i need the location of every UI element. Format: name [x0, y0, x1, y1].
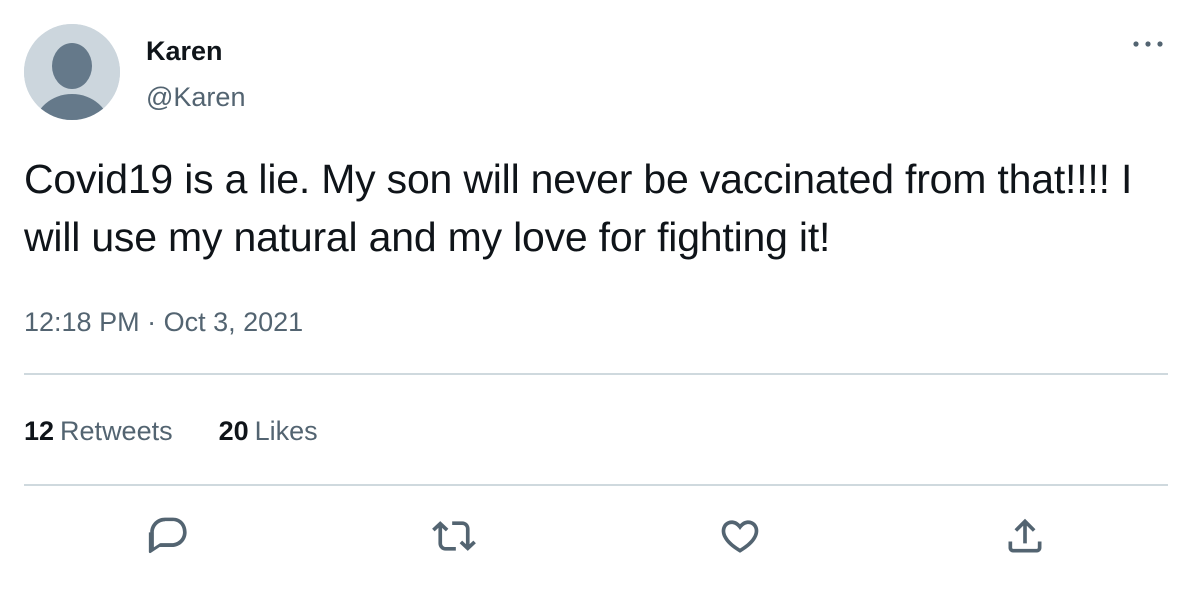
avatar[interactable] — [24, 24, 120, 120]
likes-label: Likes — [254, 416, 318, 446]
like-button[interactable] — [714, 510, 766, 562]
more-options-button[interactable] — [1124, 28, 1172, 60]
tweet-stats: 12 Retweets 20 Likes — [24, 413, 364, 449]
tweet-timestamp: 12:18 PM · Oct 3, 2021 — [24, 305, 303, 339]
divider-top — [24, 373, 1168, 375]
retweet-button[interactable] — [428, 510, 480, 562]
share-button[interactable] — [999, 510, 1051, 562]
retweets-stat[interactable]: 12 Retweets — [24, 414, 173, 448]
retweets-label: Retweets — [60, 416, 173, 446]
divider-bottom — [24, 484, 1168, 486]
default-avatar-icon — [24, 24, 120, 120]
author-handle[interactable]: @Karen — [146, 80, 245, 114]
share-icon — [1008, 518, 1042, 553]
reply-button[interactable] — [143, 510, 195, 562]
author-display-name[interactable]: Karen — [146, 34, 223, 68]
tweet-action-bar — [0, 510, 1192, 562]
likes-stat[interactable]: 20 Likes — [219, 414, 318, 448]
tweet-text: Covid19 is a lie. My son will never be v… — [24, 156, 1133, 260]
tweet-date[interactable]: Oct 3, 2021 — [164, 307, 304, 337]
timestamp-separator: · — [147, 307, 157, 337]
retweet-icon — [432, 521, 476, 551]
more-horizontal-icon — [1133, 41, 1163, 47]
heart-icon — [721, 520, 759, 553]
reply-icon — [148, 517, 187, 554]
retweets-count: 12 — [24, 416, 55, 446]
tweet-time[interactable]: 12:18 PM — [24, 307, 140, 337]
likes-count: 20 — [218, 416, 249, 446]
